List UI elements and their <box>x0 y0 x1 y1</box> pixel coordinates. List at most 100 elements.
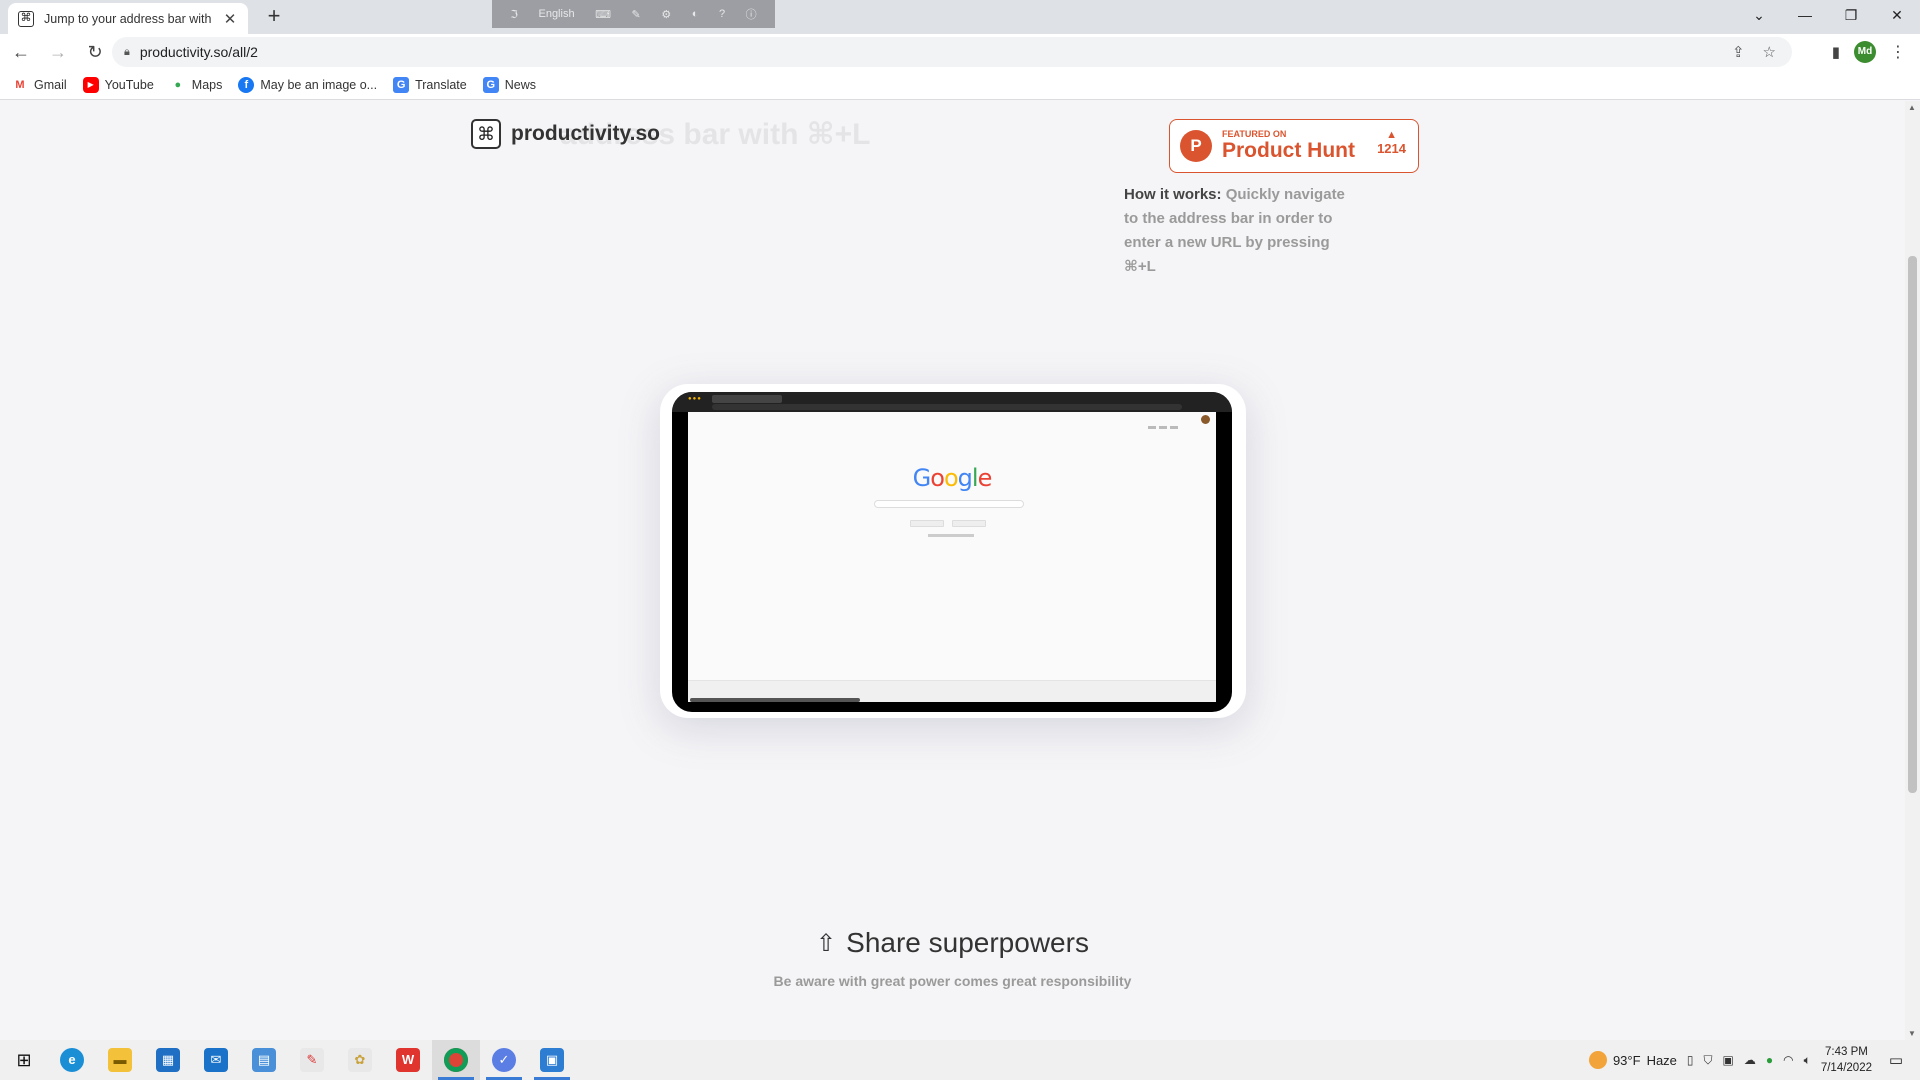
google-logo: Google <box>688 464 1216 492</box>
forward-button[interactable]: → <box>42 36 74 68</box>
taskbar-edge[interactable]: e <box>48 1040 96 1080</box>
wifi-icon[interactable]: ◠ <box>1783 1053 1793 1067</box>
demo-video-card[interactable]: ●●● Google <box>660 384 1246 718</box>
restore-button[interactable]: ❐ <box>1828 0 1874 30</box>
taskbar-store[interactable]: ▦ <box>144 1040 192 1080</box>
taskbar-mail[interactable]: ✉ <box>192 1040 240 1080</box>
taskbar-wps[interactable]: W <box>384 1040 432 1080</box>
weather-widget[interactable]: 93°F Haze <box>1588 1051 1677 1069</box>
tab-search-icon[interactable]: ⌄ <box>1736 0 1782 30</box>
window-controls: ⌄ — ❐ ✕ <box>1736 0 1920 30</box>
system-clock[interactable]: 7:43 PM 7/14/2022 <box>1821 1044 1872 1076</box>
ime-keyboard-icon[interactable]: ⌨ <box>595 8 611 21</box>
side-panel-icon[interactable]: ▮ <box>1832 43 1840 61</box>
demo-video[interactable]: ●●● Google <box>672 392 1232 712</box>
bookmark-label: YouTube <box>104 77 154 92</box>
bookmark-star-icon[interactable]: ☆ <box>1763 43 1776 61</box>
tab-close-icon[interactable]: ✕ <box>222 10 238 28</box>
system-tray: 93°F Haze ▯ ⛉ ▣ ☁ ● ◠ 🔈︎ 7:43 PM 7/14/20… <box>1588 1040 1920 1080</box>
upvote-arrow-icon: ▲ <box>1386 129 1397 141</box>
video-search-box <box>874 500 1024 508</box>
ime-mode-icon[interactable]: ℑ <box>510 8 518 21</box>
display-icon[interactable]: ▣ <box>1723 1053 1734 1067</box>
volume-icon[interactable]: 🔈︎ <box>1804 1053 1811 1068</box>
page-scrollbar[interactable]: ▲ ▼ <box>1905 101 1920 1040</box>
google-letter: e <box>977 464 993 492</box>
menu-kebab-icon[interactable]: ⋮ <box>1890 42 1906 62</box>
bookmark-maps[interactable]: ● Maps <box>170 77 223 93</box>
page-favicon-icon: ⌘ <box>18 10 34 27</box>
store-icon: ▦ <box>156 1048 180 1072</box>
translate-icon: G <box>393 76 410 93</box>
share-heading[interactable]: ⇧ Share superpowers <box>816 927 1089 959</box>
cloud-icon[interactable]: ☁ <box>1744 1053 1756 1067</box>
taskbar-app-paint[interactable]: ✎ <box>288 1040 336 1080</box>
share-page-icon[interactable]: ⇪ <box>1732 43 1745 61</box>
video-browser-chrome: ●●● <box>672 392 1232 412</box>
usb-icon[interactable]: ▯ <box>1687 1053 1694 1067</box>
bookmark-news[interactable]: G News <box>482 76 537 93</box>
taskbar-chrome[interactable] <box>432 1040 480 1080</box>
bookmark-translate[interactable]: G Translate <box>393 76 467 93</box>
windows-start-icon[interactable]: ⊞ <box>0 1040 48 1080</box>
browser-tab[interactable]: ⌘ Jump to your address bar with ✕ <box>8 3 248 34</box>
video-top-links <box>1148 416 1198 429</box>
bookmark-facebook[interactable]: f May be an image o... <box>238 76 378 93</box>
minimize-button[interactable]: — <box>1782 0 1828 30</box>
news-icon: G <box>482 76 499 93</box>
ime-help-icon[interactable]: ? <box>719 8 725 20</box>
security-shield-icon[interactable]: ⛉ <box>1704 1053 1713 1068</box>
product-hunt-logo-icon: P <box>1180 130 1212 162</box>
profile-avatar[interactable]: Md <box>1854 41 1876 63</box>
new-tab-button[interactable]: + <box>262 5 286 29</box>
scrollbar-thumb[interactable] <box>1908 256 1917 793</box>
ph-name: Product Hunt <box>1222 139 1355 162</box>
ime-info-icon[interactable]: ⓘ <box>746 6 757 22</box>
taskbar-app-check[interactable]: ✓ <box>480 1040 528 1080</box>
bookmark-label: News <box>504 77 537 92</box>
wps-icon: W <box>396 1048 420 1072</box>
address-bar[interactable]: 🔒︎ productivity.so/all/2 ⇪ ☆ <box>112 37 1792 67</box>
reload-button[interactable]: ↻ <box>79 36 111 68</box>
scroll-down-icon[interactable]: ▼ <box>1908 1029 1916 1038</box>
scroll-up-icon[interactable]: ▲ <box>1908 103 1916 112</box>
notifications-icon[interactable]: ▭ <box>1882 1051 1910 1069</box>
ph-vote-count: ▲ 1214 <box>1377 129 1406 157</box>
video-progress-bar[interactable] <box>690 698 860 702</box>
check-icon: ✓ <box>492 1048 516 1072</box>
app-book-icon: ▤ <box>252 1048 276 1072</box>
google-letter: g <box>957 464 973 492</box>
url-text[interactable]: productivity.so/all/2 <box>140 44 258 60</box>
bookmarks-bar: M Gmail ▶ YouTube ● Maps f May be an ima… <box>0 70 1920 100</box>
taskbar-app-monitor[interactable]: ▣ <box>528 1040 576 1080</box>
taskbar-app-blue[interactable]: ▤ <box>240 1040 288 1080</box>
bookmark-label: May be an image o... <box>260 77 378 92</box>
folder-icon: ▬ <box>108 1048 132 1072</box>
bookmark-label: Maps <box>191 77 223 92</box>
bookmark-youtube[interactable]: ▶ YouTube <box>82 76 154 93</box>
site-logo[interactable]: ⌘ productivity.so <box>471 119 660 149</box>
taskbar-app-palette[interactable]: ✿ <box>336 1040 384 1080</box>
video-search-button <box>910 520 944 527</box>
bookmark-gmail[interactable]: M Gmail <box>12 77 67 93</box>
ime-tool-icon[interactable]: ✎ <box>632 8 641 21</box>
gmail-icon: M <box>15 78 25 91</box>
back-button[interactable]: ← <box>5 36 37 68</box>
ime-settings-icon[interactable]: ⚙ <box>661 8 671 21</box>
ime-globe-icon[interactable]: ◐ <box>692 8 699 20</box>
traffic-lights-icon: ●●● <box>688 396 702 402</box>
lock-icon[interactable]: 🔒︎ <box>124 46 130 59</box>
maps-icon: ● <box>174 78 182 91</box>
ime-language[interactable]: English <box>538 8 574 20</box>
video-lucky-button <box>952 520 986 527</box>
google-letter: G <box>912 464 932 492</box>
green-app-icon[interactable]: ● <box>1766 1053 1773 1067</box>
clock-date: 7/14/2022 <box>1820 1062 1872 1074</box>
close-window-button[interactable]: ✕ <box>1874 0 1920 30</box>
taskbar-file-explorer[interactable]: ▬ <box>96 1040 144 1080</box>
facebook-icon: f <box>238 76 255 93</box>
bookmark-label: Gmail <box>34 77 67 92</box>
video-url-bar <box>712 404 1182 410</box>
how-it-works-label: How it works: <box>1124 186 1222 203</box>
product-hunt-badge[interactable]: P FEATURED ON Product Hunt ▲ 1214 <box>1169 119 1419 173</box>
